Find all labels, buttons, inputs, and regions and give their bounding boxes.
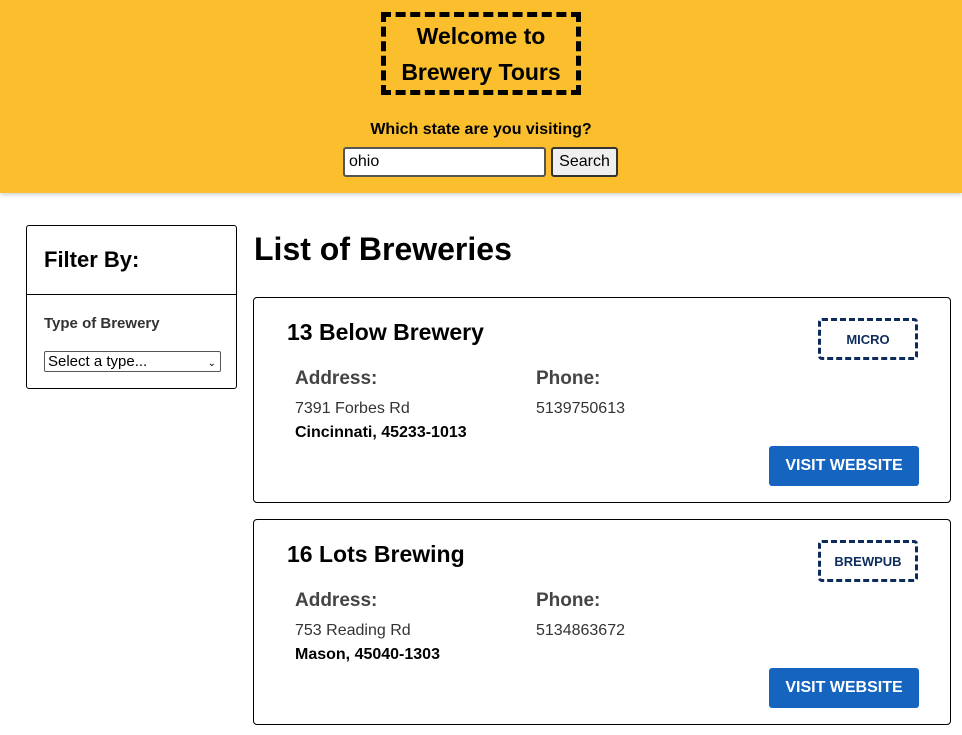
brewery-type-select-value: Select a type... [48,353,148,370]
brewery-type-select[interactable]: Select a type... ⌄ [44,351,221,372]
brewery-type-badge: BREWPUB [818,540,918,582]
phone-heading: Phone: [536,590,601,611]
logo-line-1: Welcome to [416,22,546,49]
brewery-card: 16 Lots Brewing BREWPUB Address: Phone: … [253,519,951,725]
visit-website-button[interactable]: VISIT WEBSITE [769,446,919,486]
street-address: 753 Reading Rd [295,622,411,639]
street-address: 7391 Forbes Rd [295,400,410,417]
brewery-name: 16 Lots Brewing [287,541,465,567]
brewery-name: 13 Below Brewery [287,319,484,345]
city-zip: Mason, 45040-1303 [295,646,440,663]
search-button[interactable]: Search [551,147,618,177]
logo-line-2: Brewery Tours [401,58,561,85]
city-zip: Cincinnati, 45233-1013 [295,424,467,441]
visit-website-button[interactable]: VISIT WEBSITE [769,668,919,708]
site-header: Welcome to Brewery Tours Which state are… [0,0,962,193]
brewery-type-badge: MICRO [818,318,918,360]
brewery-type-label: Type of Brewery [44,315,160,332]
state-search-input[interactable] [343,147,546,177]
site-logo: Welcome to Brewery Tours [381,12,581,95]
filter-panel: Filter By: Type of Brewery Select a type… [26,225,237,389]
phone-number: 5139750613 [536,400,625,417]
state-question-label: Which state are you visiting? [370,121,592,138]
brewery-card: 13 Below Brewery MICRO Address: Phone: 7… [253,297,951,503]
phone-number: 5134863672 [536,622,625,639]
chevron-down-icon: ⌄ [207,358,216,369]
page-title: List of Breweries [254,231,512,267]
phone-heading: Phone: [536,368,601,389]
filter-title: Filter By: [27,226,236,295]
address-heading: Address: [295,590,378,611]
address-heading: Address: [295,368,378,389]
